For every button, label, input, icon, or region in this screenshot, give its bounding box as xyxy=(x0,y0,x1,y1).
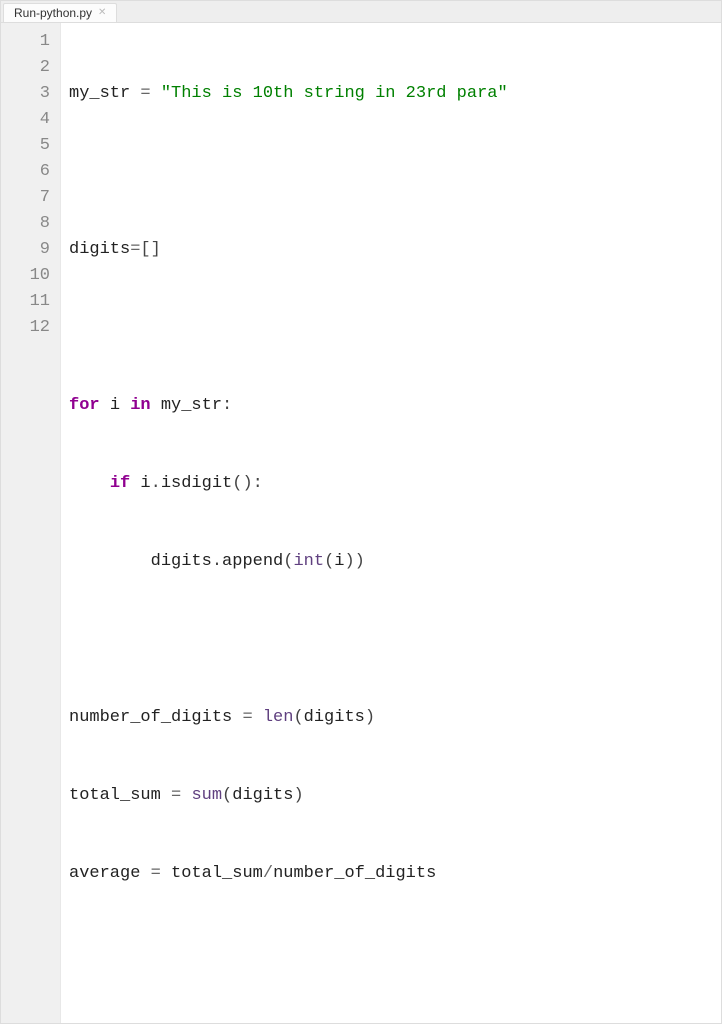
editor-tab[interactable]: Run-python.py ✕ xyxy=(3,3,117,22)
code-area[interactable]: my_str = "This is 10th string in 23rd pa… xyxy=(61,23,508,1023)
line-number-gutter: 1 2 3 4 5 6 7 8 9 10 11 12 xyxy=(1,23,61,1023)
code-line: my_str = "This is 10th string in 23rd pa… xyxy=(69,81,508,107)
code-line xyxy=(69,627,508,653)
line-number: 12 xyxy=(1,315,50,341)
line-number: 4 xyxy=(1,107,50,133)
line-number: 3 xyxy=(1,81,50,107)
code-line: average = total_sum/number_of_digits xyxy=(69,861,508,887)
code-line: for i in my_str: xyxy=(69,393,508,419)
line-number: 10 xyxy=(1,263,50,289)
line-number: 11 xyxy=(1,289,50,315)
code-line: if i.isdigit(): xyxy=(69,471,508,497)
line-number: 2 xyxy=(1,55,50,81)
line-number: 8 xyxy=(1,211,50,237)
code-line xyxy=(69,939,508,965)
close-icon[interactable]: ✕ xyxy=(98,8,106,18)
editor-panel: Run-python.py ✕ 1 2 3 4 5 6 7 8 9 10 11 … xyxy=(0,0,722,1024)
editor-tab-label: Run-python.py xyxy=(14,6,92,20)
line-number: 6 xyxy=(1,159,50,185)
line-number: 1 xyxy=(1,29,50,55)
code-line: number_of_digits = len(digits) xyxy=(69,705,508,731)
code-editor[interactable]: 1 2 3 4 5 6 7 8 9 10 11 12 my_str = "Thi… xyxy=(1,23,721,1023)
code-line xyxy=(69,159,508,185)
code-line: digits.append(int(i)) xyxy=(69,549,508,575)
code-line: total_sum = sum(digits) xyxy=(69,783,508,809)
code-line xyxy=(69,315,508,341)
line-number: 5 xyxy=(1,133,50,159)
editor-tab-bar: Run-python.py ✕ xyxy=(1,1,721,23)
line-number: 7 xyxy=(1,185,50,211)
line-number: 9 xyxy=(1,237,50,263)
code-line: digits=[] xyxy=(69,237,508,263)
